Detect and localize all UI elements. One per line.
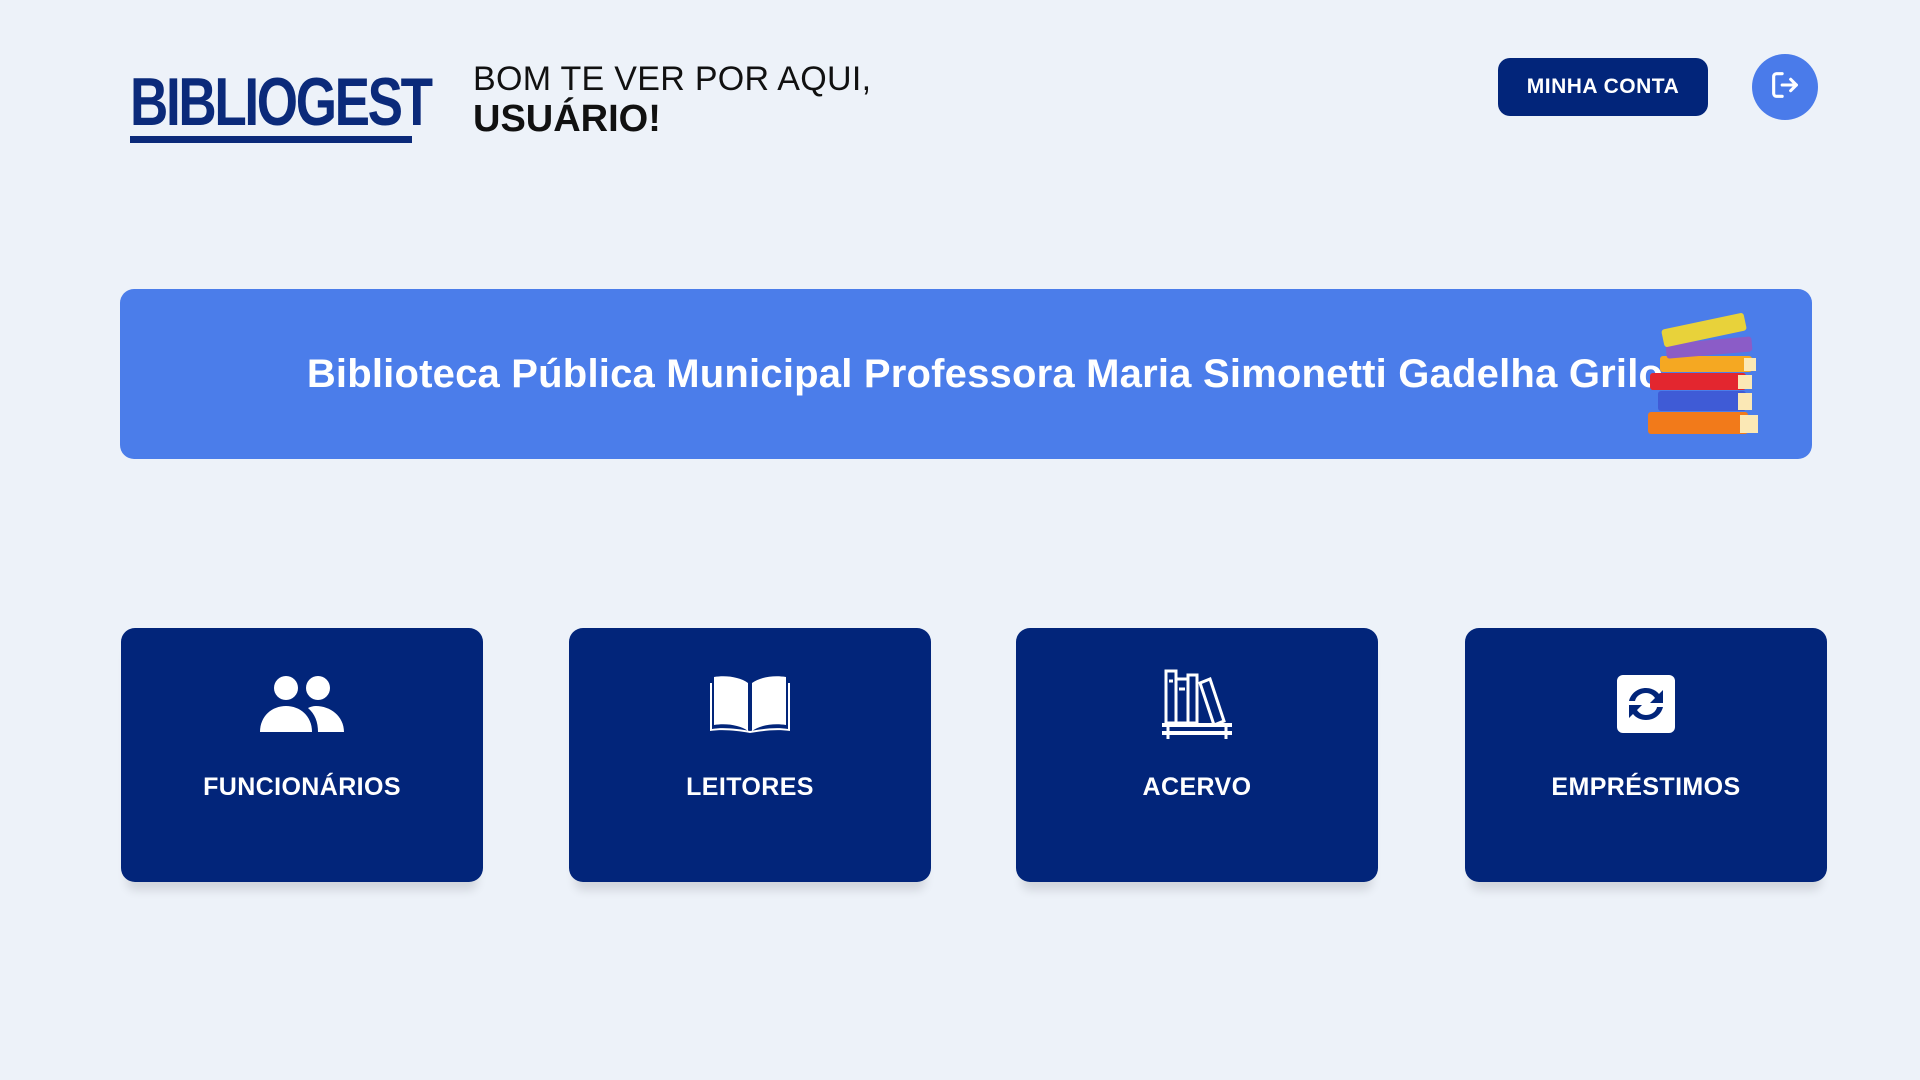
menu-card-leitores[interactable]: LEITORES	[569, 628, 931, 882]
greeting-line1: BOM TE VER POR AQUI,	[473, 60, 872, 98]
menu-card-funcionarios[interactable]: FUNCIONÁRIOS	[121, 628, 483, 882]
bookshelf-icon	[1016, 664, 1378, 744]
open-book-icon	[569, 664, 931, 744]
book-stack-illustration	[1640, 307, 1770, 447]
exchange-icon	[1465, 664, 1827, 744]
menu-card-acervo[interactable]: ACERVO	[1016, 628, 1378, 882]
my-account-button[interactable]: MINHA CONTA	[1498, 58, 1708, 116]
menu-card-label: FUNCIONÁRIOS	[203, 773, 401, 801]
users-icon	[121, 664, 483, 744]
header: BIBLIOGEST BOM TE VER POR AQUI, USUÁRIO!…	[0, 0, 1920, 180]
menu-card-label: LEITORES	[686, 773, 814, 801]
menu-card-emprestimos[interactable]: EMPRÉSTIMOS	[1465, 628, 1827, 882]
logo-underline	[130, 136, 412, 143]
greeting: BOM TE VER POR AQUI, USUÁRIO!	[473, 60, 871, 140]
greeting-user-name: USUÁRIO!	[473, 98, 661, 140]
logout-button[interactable]	[1752, 54, 1818, 120]
menu-card-label: EMPRÉSTIMOS	[1551, 773, 1741, 801]
logout-icon	[1768, 68, 1802, 107]
logo-text: BIBLIOGEST	[130, 64, 433, 140]
menu-card-label: ACERVO	[1142, 773, 1252, 801]
library-banner: Biblioteca Pública Municipal Professora …	[120, 289, 1812, 459]
bibliogest-logo[interactable]: BIBLIOGEST	[130, 66, 433, 146]
library-name: Biblioteca Pública Municipal Professora …	[306, 351, 1664, 396]
